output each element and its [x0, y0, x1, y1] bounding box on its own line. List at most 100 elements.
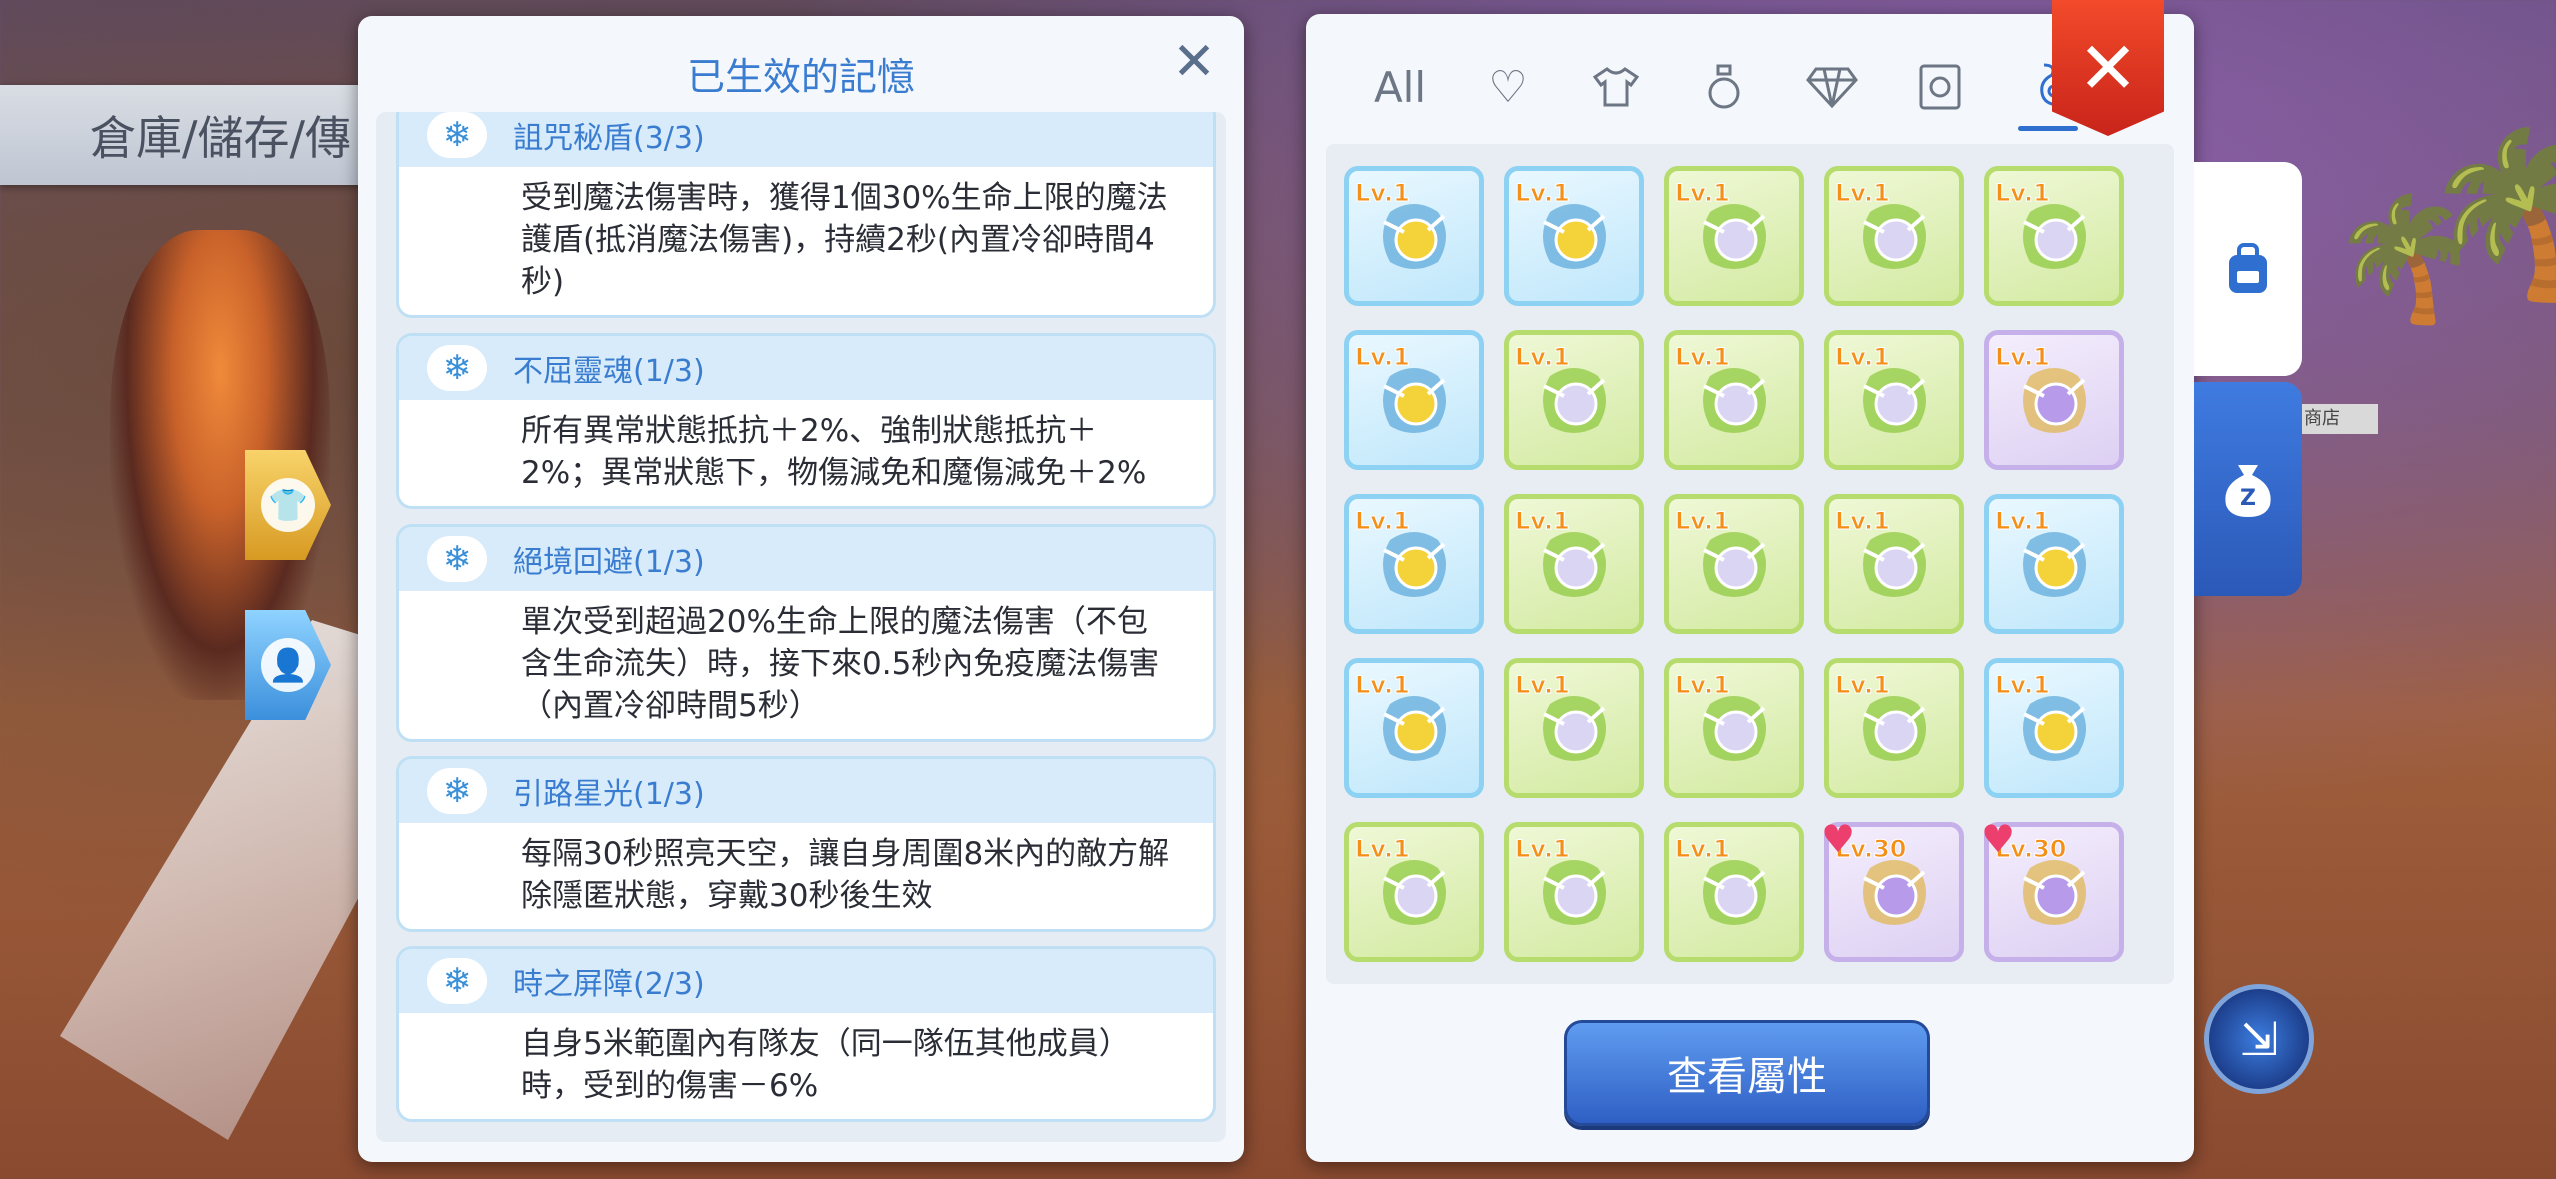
memory-item-slot[interactable]: Lv.1 [1504, 822, 1644, 962]
snowflake-icon: ❄ [427, 536, 487, 582]
memory-item-slot[interactable]: Lv.1 [1664, 822, 1804, 962]
item-level-label: Lv.1 [1515, 179, 1571, 208]
memory-name: 不屈靈魂(1/3) [513, 354, 705, 389]
item-level-label: Lv.1 [1355, 671, 1411, 700]
expand-icon[interactable]: ⇲ [2204, 984, 2314, 1094]
memory-card-header: ❄ 引路星光(1/3) [399, 759, 1213, 823]
inventory-panel: All ♡ ✕ Lv.1 Lv.1 Lv.1 Lv.1 Lv.1 Lv.1 Lv.1 Lv.1… [1306, 0, 2194, 1162]
memory-description: 受到魔法傷害時，獲得1個30%生命上限的魔法護盾(抵消魔法傷害)，持續2秒(內置… [521, 180, 1168, 300]
tab-all[interactable]: All [1346, 47, 1454, 127]
palm-tree-icon: 🌴 [2420, 120, 2556, 307]
memory-item-slot[interactable]: Lv.1 [1664, 658, 1804, 798]
item-level-label: Lv.1 [1515, 343, 1571, 372]
memory-item-slot[interactable]: Lv.1 [1664, 166, 1804, 306]
item-level-label: Lv.1 [1995, 671, 2051, 700]
memory-name: 詛咒秘盾(3/3) [513, 121, 705, 156]
memory-item-slot[interactable]: Lv.1 [1344, 822, 1484, 962]
snowflake-icon: ❄ [427, 958, 487, 1004]
memory-item-slot[interactable]: Lv.1 [1984, 658, 2124, 798]
item-level-label: Lv.1 [1355, 343, 1411, 372]
memory-card-header: ❄ 詛咒秘盾(3/3) [399, 112, 1213, 167]
memory-item-slot[interactable]: Lv.1 [1504, 330, 1644, 470]
tab-consumables[interactable] [1670, 47, 1778, 127]
memory-item-slot[interactable]: Lv.1 [1984, 330, 2124, 470]
category-tabs: All ♡ [1346, 42, 2102, 132]
item-level-label: Lv.1 [1675, 507, 1731, 536]
item-level-label: Lv.1 [1355, 179, 1411, 208]
close-icon[interactable]: ✕ [1166, 34, 1222, 90]
item-level-label: Lv.1 [1835, 343, 1891, 372]
close-button[interactable]: ✕ [2052, 0, 2164, 136]
panel-title: 已生效的記憶 [686, 55, 915, 99]
tab-gems[interactable] [1778, 47, 1886, 127]
side-tab-backpack[interactable] [2194, 162, 2302, 376]
memory-item-slot[interactable]: Lv.1 [1824, 166, 1964, 306]
memory-name: 引路星光(1/3) [513, 777, 705, 812]
memory-item-slot[interactable]: Lv.1 [1344, 494, 1484, 634]
person-icon: 👤 [261, 638, 315, 692]
memory-item-slot[interactable]: Lv.1 [1824, 658, 1964, 798]
memory-description: 所有異常狀態抵抗＋2%、強制狀態抵抗＋2%；異常狀態下，物傷減免和魔傷減免＋2% [521, 413, 1147, 491]
card-icon [1919, 64, 1961, 110]
svg-text:Z: Z [2240, 486, 2256, 511]
money-bag-icon: Z [2225, 465, 2271, 517]
memory-item-slot[interactable]: Lv.1 [1504, 166, 1644, 306]
item-level-label: Lv.1 [1675, 343, 1731, 372]
memory-list[interactable]: ❄ 詛咒秘盾(3/3) 受到魔法傷害時，獲得1個30%生命上限的魔法護盾(抵消魔… [376, 112, 1226, 1142]
memory-card: ❄ 絕境回避(1/3) 單次受到超過20%生命上限的魔法傷害（不包含生命流失）時… [396, 524, 1216, 742]
snowflake-icon: ❄ [427, 112, 487, 158]
item-level-label: Lv.1 [1355, 507, 1411, 536]
memory-card: ❄ 不屈靈魂(1/3) 所有異常狀態抵抗＋2%、強制狀態抵抗＋2%；異常狀態下，… [396, 333, 1216, 509]
memory-item-slot[interactable]: Lv.1 [1504, 494, 1644, 634]
memory-item-grid[interactable]: Lv.1 Lv.1 Lv.1 Lv.1 Lv.1 Lv.1 Lv.1 Lv.1 Lv.1 Lv.1… [1326, 144, 2174, 984]
memory-item-slot[interactable]: Lv.1 [1664, 330, 1804, 470]
item-level-label: Lv.1 [1835, 507, 1891, 536]
tab-cards[interactable] [1886, 47, 1994, 127]
memory-card: ❄ 時之屏障(2/3) 自身5米範圍內有隊友（同一隊伍其他成員）時，受到的傷害－… [396, 946, 1216, 1122]
item-level-label: Lv.1 [1995, 343, 2051, 372]
memory-item-slot[interactable]: Lv.1 [1344, 330, 1484, 470]
tab-equipment[interactable] [1562, 47, 1670, 127]
memory-item-slot[interactable]: Lv.1 [1344, 658, 1484, 798]
memory-description: 自身5米範圍內有隊友（同一隊伍其他成員）時，受到的傷害－6% [521, 1026, 1130, 1104]
memory-name: 絕境回避(1/3) [513, 545, 705, 580]
snowflake-icon: ❄ [427, 345, 487, 391]
memory-item-slot[interactable]: Lv.1 [1984, 166, 2124, 306]
memory-card: ❄ 引路星光(1/3) 每隔30秒照亮天空，讓自身周圍8米內的敵方解除隱匿狀態，… [396, 756, 1216, 932]
item-level-label: Lv.1 [1995, 507, 2051, 536]
snowflake-icon: ❄ [427, 768, 487, 814]
memory-item-slot[interactable]: Lv.1 [1504, 658, 1644, 798]
memory-card-header: ❄ 時之屏障(2/3) [399, 949, 1213, 1013]
memory-name: 時之屏障(2/3) [513, 967, 705, 1002]
memory-item-slot[interactable]: Lv.1 [1344, 166, 1484, 306]
item-level-label: Lv.1 [1675, 671, 1731, 700]
effective-memory-panel: 已生效的記憶 ✕ ❄ 詛咒秘盾(3/3) 受到魔法傷害時，獲得1個30%生命上限… [358, 16, 1244, 1162]
shirt-icon [1592, 67, 1640, 107]
memory-item-slot[interactable]: Lv.30 ♥ [1821, 817, 1964, 962]
memory-item-slot[interactable]: Lv.1 [1664, 494, 1804, 634]
item-level-label: Lv.1 [1355, 835, 1411, 864]
memory-item-slot[interactable]: Lv.1 [1824, 330, 1964, 470]
shop-tag: 商店 [2298, 404, 2378, 434]
memory-item-slot[interactable]: Lv.30 ♥ [1981, 817, 2124, 962]
memory-card: ❄ 詛咒秘盾(3/3) 受到魔法傷害時，獲得1個30%生命上限的魔法護盾(抵消魔… [396, 112, 1216, 318]
shirt-icon: 👕 [261, 478, 315, 532]
tab-favorites[interactable]: ♡ [1454, 47, 1562, 127]
item-level-label: Lv.1 [1515, 835, 1571, 864]
item-level-label: Lv.1 [1835, 179, 1891, 208]
diamond-icon [1806, 67, 1858, 108]
memory-card-header: ❄ 不屈靈魂(1/3) [399, 336, 1213, 400]
view-attributes-button[interactable]: 查看屬性 [1564, 1020, 1930, 1126]
side-tab-zeny-bag[interactable]: Z [2194, 382, 2302, 596]
storage-sign-text: 倉庫/儲存/傳 [90, 111, 351, 165]
favorite-heart-icon: ♥ [1821, 817, 1856, 861]
memory-item-slot[interactable]: Lv.1 [1824, 494, 1964, 634]
memory-item-slot[interactable]: Lv.1 [1984, 494, 2124, 634]
potion-icon [1708, 64, 1740, 109]
item-level-label: Lv.1 [1675, 179, 1731, 208]
memory-card-header: ❄ 絕境回避(1/3) [399, 527, 1213, 591]
memory-description: 每隔30秒照亮天空，讓自身周圍8米內的敵方解除隱匿狀態，穿戴30秒後生效 [521, 836, 1170, 914]
item-level-label: Lv.1 [1675, 835, 1731, 864]
item-level-label: Lv.1 [1995, 179, 2051, 208]
item-level-label: Lv.1 [1515, 507, 1571, 536]
